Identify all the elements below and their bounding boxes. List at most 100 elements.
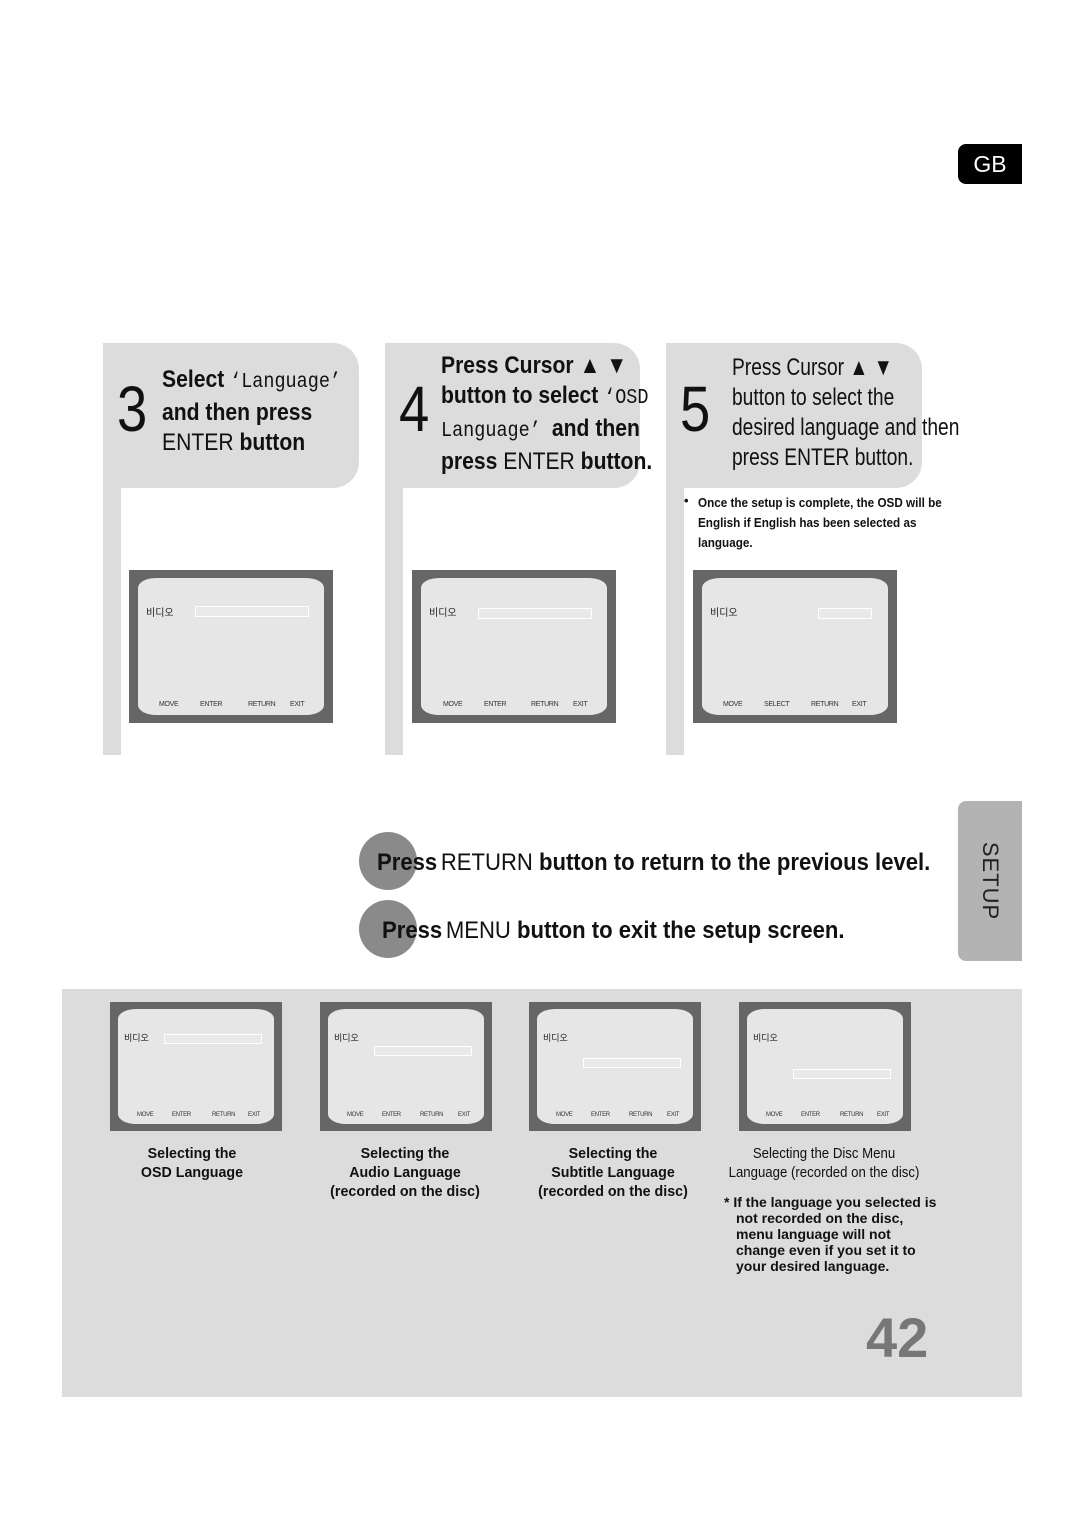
- instruction-line: desired language and then: [732, 413, 959, 443]
- instruction-segment: desired language and then: [732, 414, 960, 441]
- instruction-segment: ENTER: [162, 429, 240, 456]
- caption-line: (recorded on the disc): [330, 1183, 480, 1200]
- caption-line: Selecting the: [147, 1145, 237, 1162]
- osd-screen-osd-language: 비디오 MOVE ENTER RETURN EXIT: [110, 1002, 282, 1131]
- press-return-instruction: Press RETURN button to return to the prev…: [377, 849, 930, 877]
- caption-line: Selecting the: [360, 1145, 450, 1162]
- footer-return: RETURN: [420, 1112, 444, 1118]
- screen-label: 비디오: [146, 608, 174, 619]
- footer-exit: EXIT: [248, 1112, 261, 1118]
- osd-screen-step-3: 비디오 MOVE ENTER RETURN EXIT: [129, 570, 333, 723]
- footer-exit: EXIT: [573, 701, 588, 708]
- footer-exit: EXIT: [852, 701, 867, 708]
- footer-return: RETURN: [840, 1112, 864, 1118]
- instruction-segment: and then press: [162, 399, 313, 426]
- instruction-segment: ▲ ▼: [579, 352, 628, 379]
- instruction-segment: Language’: [441, 420, 552, 443]
- region-tab-label: GB: [973, 150, 1007, 177]
- instruction-segment: ‘Language’: [230, 371, 342, 394]
- instruction-segment: button: [239, 429, 306, 456]
- press-word: Press: [377, 849, 438, 876]
- step-number: 3: [117, 373, 148, 445]
- instruction-line: press ENTER button.: [441, 447, 652, 477]
- osd-screen-audio-language: 비디오 MOVE ENTER RETURN EXIT: [320, 1002, 492, 1131]
- highlight-box: [793, 1069, 891, 1079]
- caption-line: Language (recorded on the disc): [728, 1164, 920, 1181]
- note-text: Once the setup is complete, the OSD will…: [698, 495, 942, 550]
- footer-enter: ENTER: [172, 1112, 191, 1118]
- screen-label: 비디오: [543, 1033, 568, 1043]
- footer-move: MOVE: [723, 701, 743, 708]
- footer-return: RETURN: [248, 701, 276, 708]
- osd-screen-step-5: 비디오 MOVE SELECT RETURN EXIT: [693, 570, 897, 723]
- caption-osd-language: Selecting the OSD Language: [97, 1144, 287, 1182]
- footer-enter: ENTER: [484, 701, 507, 708]
- footer-move: MOVE: [556, 1112, 573, 1118]
- step-number: 4: [399, 373, 430, 445]
- highlight-box: [478, 608, 592, 619]
- caption-line: Selecting the Disc Menu: [752, 1145, 896, 1162]
- footer-enter: ENTER: [591, 1112, 610, 1118]
- instruction-line: ENTER button: [162, 428, 341, 458]
- key-name: MENU: [445, 917, 511, 944]
- screen-label: 비디오: [753, 1033, 778, 1043]
- caption-disc-menu-language: Selecting the Disc Menu Language (record…: [727, 1144, 921, 1182]
- press-menu-instruction: Press MENU button to exit the setup scree…: [382, 917, 845, 945]
- instruction-segment: press: [732, 444, 785, 471]
- step-5-header: 5 Press Cursor ▲ ▼ button to select the de…: [666, 343, 959, 488]
- section-tab-label: SETUP: [978, 841, 1003, 921]
- caption-audio-language: Selecting the Audio Language (recorded o…: [305, 1144, 505, 1201]
- instruction-rest: button to exit the setup screen.: [510, 917, 845, 944]
- footer-exit: EXIT: [667, 1112, 680, 1118]
- step-4-header: 4 Press Cursor ▲ ▼ button to select ‘OSD L…: [385, 343, 652, 488]
- instruction-line: press ENTER button.: [732, 443, 959, 473]
- step-3-header: 3 Select ‘Language’ and then press ENTER b…: [103, 343, 359, 488]
- footnote-text: * If the language you selected is not re…: [724, 1194, 937, 1274]
- footer-move: MOVE: [159, 701, 179, 708]
- instruction-line: Press Cursor ▲ ▼: [441, 351, 652, 381]
- key-name: RETURN: [440, 849, 533, 876]
- highlight-box: [164, 1034, 262, 1044]
- footer-move: MOVE: [766, 1112, 783, 1118]
- screen-label: 비디오: [710, 608, 738, 619]
- footer-return: RETURN: [629, 1112, 653, 1118]
- instruction-segment: press: [441, 448, 504, 475]
- footer-enter: ENTER: [801, 1112, 820, 1118]
- footer-return: RETURN: [531, 701, 559, 708]
- footer-move: MOVE: [443, 701, 463, 708]
- osd-screen-subtitle-language: 비디오 MOVE ENTER RETURN EXIT: [529, 1002, 701, 1131]
- caption-subtitle-language: Selecting the Subtitle Language (recorde…: [513, 1144, 713, 1201]
- instruction-line: Select ‘Language’: [162, 365, 341, 398]
- footer-move: MOVE: [347, 1112, 364, 1118]
- instruction-segment: button to select: [441, 382, 605, 409]
- osd-screen-disc-menu-language: 비디오 MOVE ENTER RETURN EXIT: [739, 1002, 911, 1131]
- step-instruction: Select ‘Language’ and then press ENTER but…: [162, 365, 341, 458]
- instruction-segment: ENTER: [503, 448, 581, 475]
- highlight-box: [818, 608, 872, 619]
- bullet-icon: •: [684, 493, 689, 508]
- screen-label: 비디오: [124, 1033, 149, 1043]
- instruction-segment: button.: [580, 448, 653, 475]
- caption-line: Subtitle Language: [551, 1164, 675, 1181]
- instruction-segment: button.: [854, 444, 914, 471]
- step-instruction: Press Cursor ▲ ▼ button to select ‘OSD Lan…: [441, 351, 652, 477]
- instruction-line: Press Cursor ▲ ▼: [732, 353, 959, 383]
- disc-menu-footnote: * If the language you selected is not re…: [724, 1194, 942, 1274]
- instruction-segment: and then: [551, 415, 640, 442]
- osd-screen-step-4: 비디오 MOVE ENTER RETURN EXIT: [412, 570, 616, 723]
- page-number: 42: [866, 1306, 929, 1369]
- section-tab: SETUP: [958, 801, 1022, 961]
- footer-exit: EXIT: [290, 701, 305, 708]
- region-tab: GB: [958, 144, 1022, 184]
- step-number: 5: [680, 373, 711, 445]
- footer-select: SELECT: [764, 701, 790, 708]
- caption-line: Audio Language: [349, 1164, 461, 1181]
- footer-exit: EXIT: [458, 1112, 471, 1118]
- instruction-line: button to select the: [732, 383, 959, 413]
- highlight-box: [195, 606, 309, 617]
- footer-return: RETURN: [811, 701, 839, 708]
- screen-label: 비디오: [334, 1033, 359, 1043]
- step-instruction: Press Cursor ▲ ▼ button to select the desi…: [732, 353, 959, 473]
- footer-return: RETURN: [212, 1112, 236, 1118]
- caption-line: OSD Language: [140, 1164, 244, 1181]
